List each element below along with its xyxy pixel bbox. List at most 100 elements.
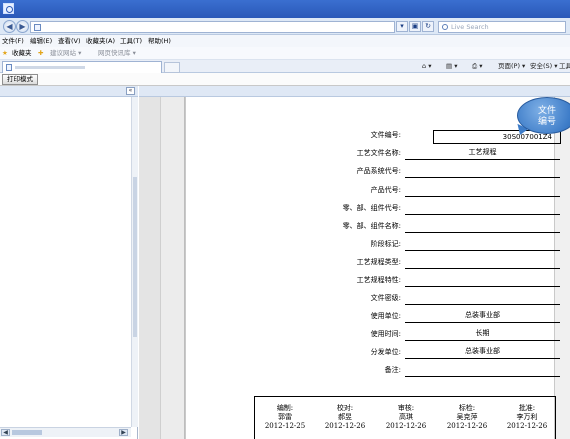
field-underline <box>405 159 560 160</box>
signature-date: 2012-12-26 <box>324 422 366 430</box>
signature-date: 2012-12-26 <box>446 422 488 430</box>
suggested-sites-link[interactable]: 建议网站 ▾ <box>50 48 81 59</box>
document-toolbar: 打印模式 <box>0 73 570 86</box>
field-label: 工艺规程特性: <box>356 276 401 284</box>
field-label: 产品代号: <box>370 186 401 194</box>
menu-tools[interactable]: 工具(T) <box>120 36 142 46</box>
field-value: 工艺规程 <box>468 148 497 156</box>
menu-favorites[interactable]: 收藏夹(A) <box>86 36 115 46</box>
field-value: 总装事业部 <box>465 311 500 319</box>
search-input[interactable]: Live Search <box>438 21 566 33</box>
favorites-label[interactable]: 收藏夹 <box>12 48 32 59</box>
scroll-thumb[interactable] <box>133 177 137 337</box>
field-underline <box>405 286 560 287</box>
signature-name: 吴克萍 <box>456 413 478 421</box>
field-label: 使用单位: <box>370 312 401 320</box>
viewer-header <box>139 86 570 97</box>
field-underline <box>405 322 560 323</box>
field-underline <box>405 177 560 178</box>
field-underline <box>405 268 560 269</box>
favorites-star-icon[interactable]: ★ <box>2 48 8 59</box>
tab-title <box>15 66 85 69</box>
signature-compiler: 编制: 郭雷 2012-12-25 <box>255 404 315 431</box>
signature-date: 2012-12-26 <box>506 422 548 430</box>
signature-role: 编制: <box>276 404 294 412</box>
safety-menu[interactable]: 安全(S) ▾ <box>530 61 558 72</box>
viewer-gutter <box>139 97 161 439</box>
scroll-left-icon[interactable]: ◀ <box>1 429 10 436</box>
field-value: 总装事业部 <box>465 347 500 355</box>
back-arrow-icon[interactable]: ◀ <box>3 20 16 33</box>
page-icon <box>34 24 41 31</box>
menu-edit[interactable]: 编辑(E) <box>30 36 52 46</box>
window-title-bar <box>0 0 570 18</box>
signature-name: 李万利 <box>516 413 538 421</box>
field-label: 文件密级: <box>370 294 401 302</box>
favorites-bar: ★ 收藏夹 ✚ 建议网站 ▾ 网页快讯库 ▾ <box>0 47 570 60</box>
signature-proofreader: 校对: 郝昱 2012-12-26 <box>315 404 375 431</box>
left-panel-horizontal-scrollbar[interactable]: ◀ ▶ <box>0 427 131 437</box>
signature-role: 审核: <box>397 404 415 412</box>
field-underline <box>405 358 560 359</box>
collapse-panel-icon[interactable]: « <box>126 87 135 95</box>
field-underline <box>405 232 560 233</box>
signature-reviewer: 审核: 高琪 2012-12-26 <box>376 404 436 431</box>
field-label: 分发单位: <box>370 348 401 356</box>
left-panel-vertical-scrollbar[interactable] <box>131 97 138 427</box>
annotation-line-1: 文件 <box>537 106 556 116</box>
field-value: 长期 <box>475 329 490 337</box>
home-icon[interactable]: ⌂ ▾ <box>422 61 431 72</box>
signature-approver: 批准: 李万利 2012-12-26 <box>497 404 557 431</box>
add-favorite-icon[interactable]: ✚ <box>38 48 43 59</box>
field-label: 零、部、组件代号: <box>342 204 401 212</box>
menu-file[interactable]: 文件(F) <box>2 36 24 46</box>
menu-help[interactable]: 帮助(H) <box>148 36 171 46</box>
field-underline <box>405 340 560 341</box>
print-icon[interactable]: ⎙ ▾ <box>472 61 483 72</box>
signature-role: 批准: <box>518 404 536 412</box>
signature-name: 郭雷 <box>278 413 292 421</box>
signature-name: 郝昱 <box>338 413 352 421</box>
field-label: 零、部、组件名称: <box>342 222 401 230</box>
document-page: 文件编号: 30S007001Z4 工艺文件名称: 工艺规程 产品系统代号: 产… <box>185 97 570 439</box>
page-menu[interactable]: 页面(P) ▾ <box>498 61 525 72</box>
address-bar-row: ◀ ▶ ▾ ▣ ↻ Live Search <box>0 18 570 35</box>
menu-bar: 文件(F) 编辑(E) 查看(V) 收藏夹(A) 工具(T) 帮助(H) <box>0 35 570 47</box>
feeds-icon[interactable]: ▤ ▾ <box>446 61 457 72</box>
field-label: 使用时间: <box>370 330 401 338</box>
signature-date: 2012-12-25 <box>264 422 306 430</box>
tab-page-icon <box>6 64 12 71</box>
web-slice-gallery-link[interactable]: 网页快讯库 ▾ <box>98 48 136 59</box>
field-label: 工艺规程类型: <box>356 258 401 266</box>
tools-menu[interactable]: 工具 <box>559 61 570 72</box>
signature-role: 校对: <box>336 404 354 412</box>
print-mode-button[interactable]: 打印模式 <box>2 74 38 85</box>
signature-role: 标检: <box>458 404 476 412</box>
field-label: 工艺文件名称: <box>356 149 401 157</box>
forward-arrow-icon[interactable]: ▶ <box>16 20 29 33</box>
ie-logo-icon <box>3 3 14 14</box>
search-placeholder: Live Search <box>451 23 489 31</box>
new-tab-button[interactable] <box>164 62 180 73</box>
file-number-annotation-bubble: 文件 编号 <box>517 97 570 134</box>
field-underline <box>405 376 560 377</box>
annotation-line-2: 编号 <box>537 117 556 127</box>
left-panel-header: « <box>0 86 138 97</box>
address-input[interactable] <box>30 21 395 33</box>
horizontal-scroll-thumb[interactable] <box>12 430 42 435</box>
field-label: 备注: <box>384 366 401 374</box>
tab-bar: ⌂ ▾ ▤ ▾ ⎙ ▾ 页面(P) ▾ 安全(S) ▾ 工具 <box>0 60 570 73</box>
search-icon <box>442 24 448 30</box>
signature-date: 2012-12-26 <box>385 422 427 430</box>
compatibility-view-icon[interactable]: ▣ <box>409 21 421 32</box>
field-underline <box>405 196 560 197</box>
address-dropdown-icon[interactable]: ▾ <box>396 21 408 32</box>
document-viewer: 文件编号: 30S007001Z4 工艺文件名称: 工艺规程 产品系统代号: 产… <box>139 86 570 439</box>
refresh-icon[interactable]: ↻ <box>422 21 434 32</box>
field-label-file-number: 文件编号: <box>370 131 401 139</box>
menu-view[interactable]: 查看(V) <box>58 36 81 46</box>
signature-block: 编制: 郭雷 2012-12-25 校对: 郝昱 2012-12-26 审核: … <box>254 396 556 439</box>
active-tab[interactable] <box>2 61 162 73</box>
field-label: 阶段标记: <box>370 240 401 248</box>
scroll-right-icon[interactable]: ▶ <box>119 429 128 436</box>
